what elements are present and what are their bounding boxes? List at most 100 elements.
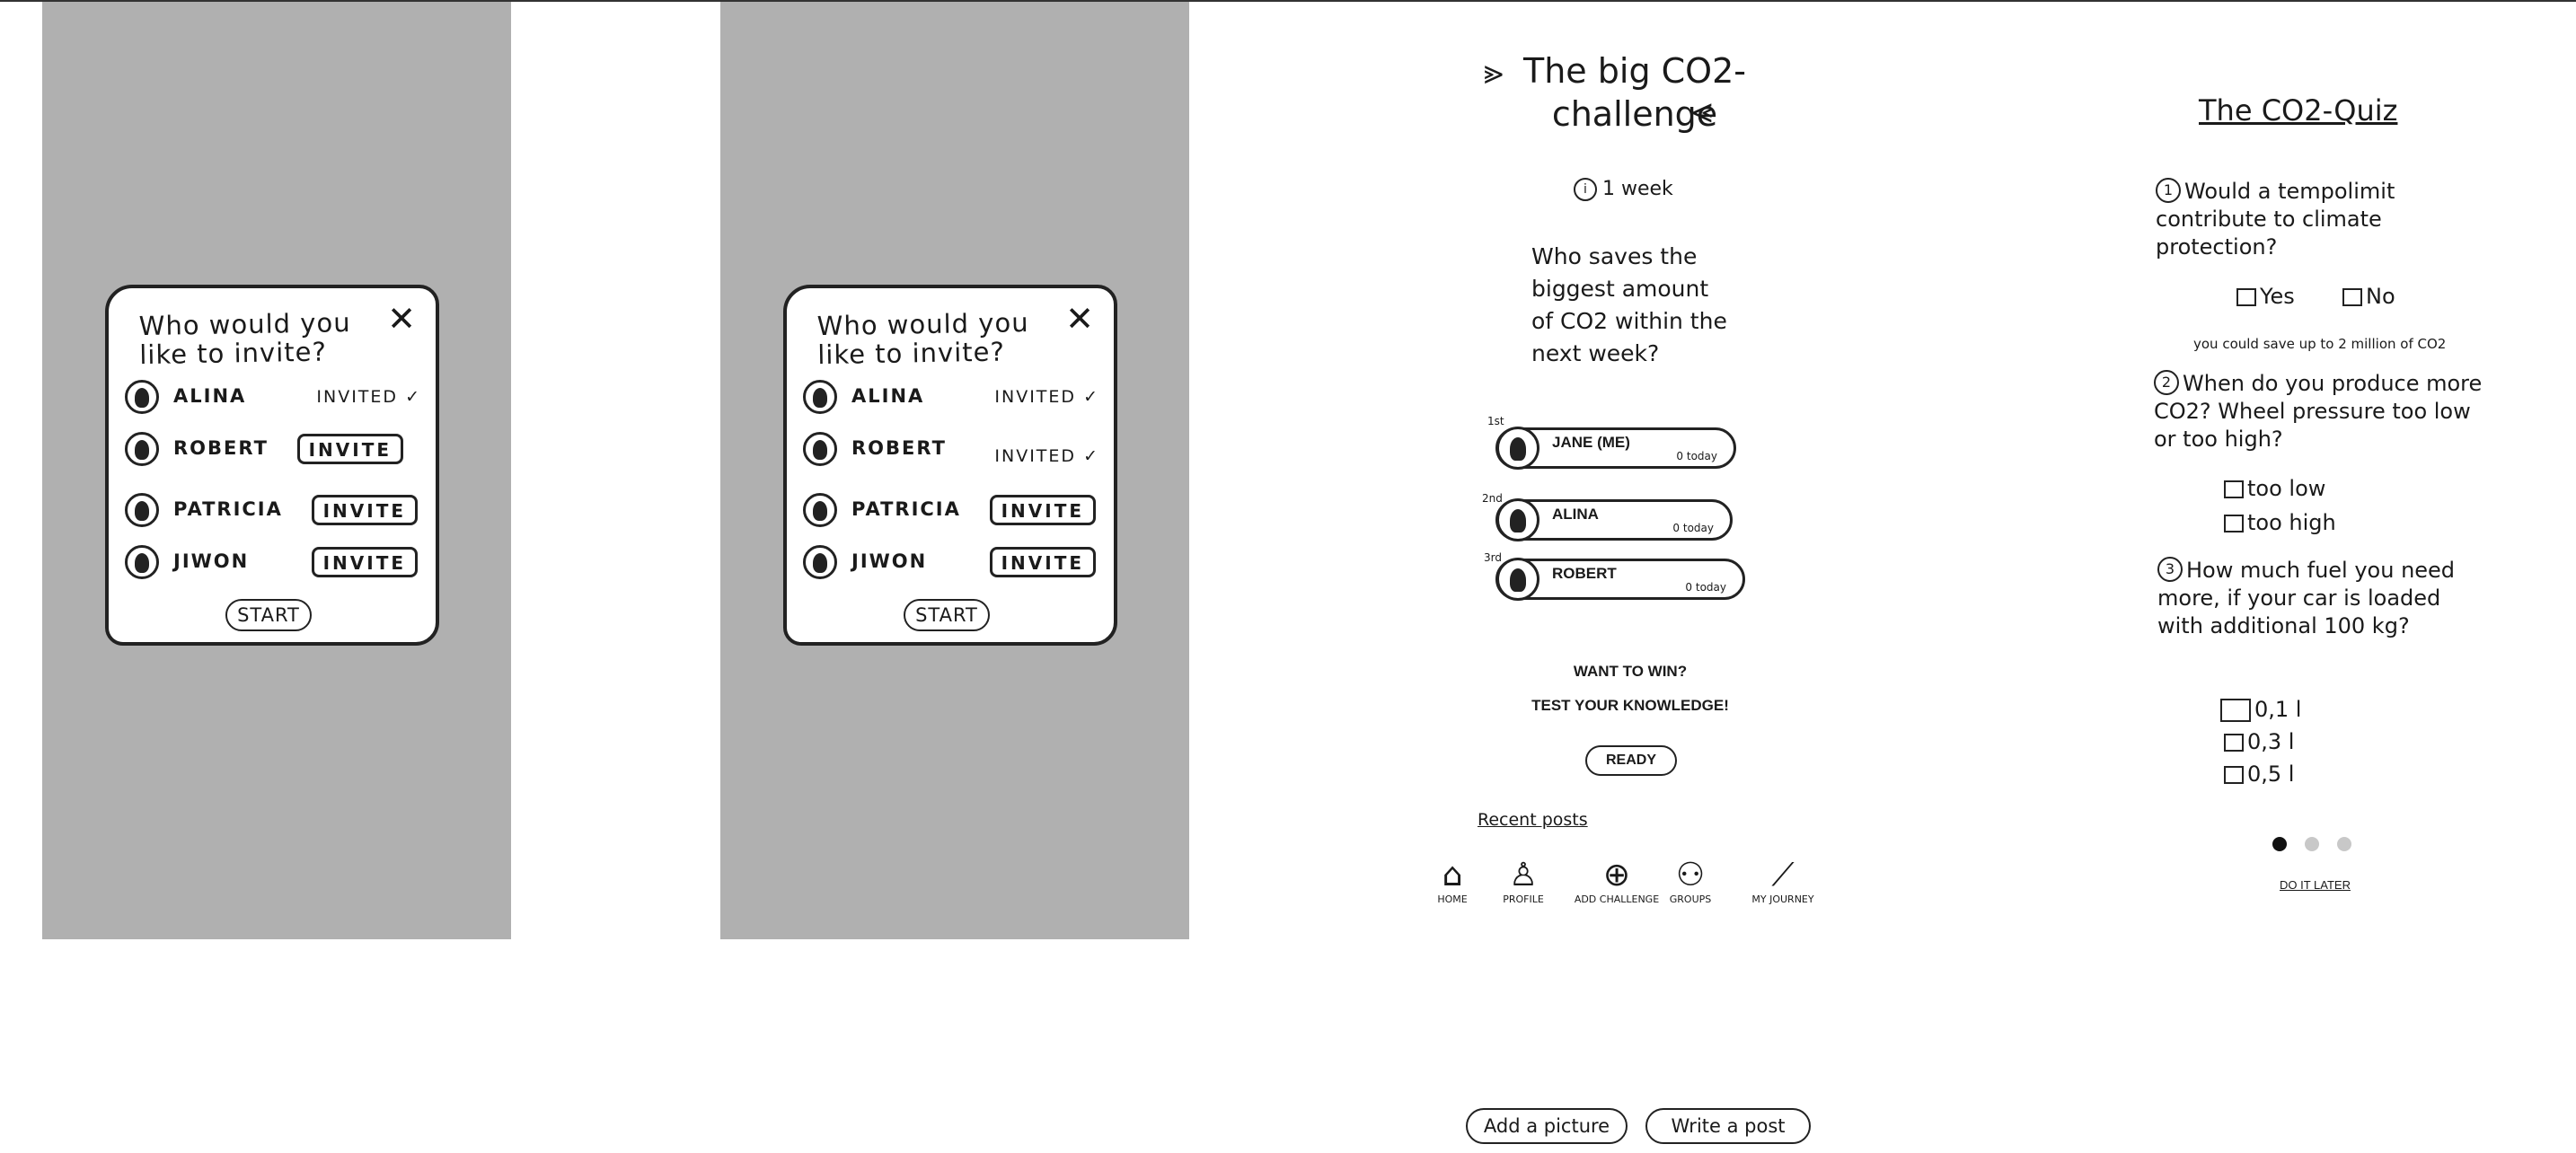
leaderboard-entry[interactable]: ROBERT 0 today	[1495, 558, 1745, 601]
arrow-right-icon: ⪡	[1692, 90, 1713, 131]
pager-dot[interactable]	[2337, 837, 2351, 851]
nav-profile[interactable]: ♙ PROFILE	[1495, 857, 1552, 906]
question-text: When do you produce more CO2? Wheel pres…	[2154, 371, 2483, 452]
invite-button[interactable]: INVITE	[989, 495, 1096, 525]
leaderboard-name: JANE (ME)	[1552, 434, 1630, 451]
quiz-question-3: 3 How much fuel you need more, if your ca…	[2157, 557, 2481, 640]
question-number: 2	[2154, 370, 2179, 395]
avatar	[125, 493, 159, 527]
dialog-title: Who would you like to invite?	[138, 307, 351, 371]
nav-label: GROUPS	[1669, 893, 1712, 905]
checkbox[interactable]	[2236, 288, 2256, 306]
leaderboard-score: 0 today	[1685, 581, 1726, 594]
quiz-note: you could save up to 2 million of CO2	[2193, 336, 2447, 352]
close-icon[interactable]: ✕	[1065, 301, 1094, 337]
dialog-title: Who would you like to invite?	[816, 307, 1029, 371]
rank-label: 2nd	[1482, 492, 1503, 505]
nav-add-challenge[interactable]: ⊕ ADD CHALLENGE	[1572, 857, 1662, 906]
pager-dot[interactable]	[2305, 837, 2319, 851]
checkbox[interactable]	[2224, 515, 2244, 532]
friend-row-alina: ALINA INVITED ✓	[125, 380, 427, 421]
groups-icon: ⚇	[1675, 857, 1706, 893]
nav-groups[interactable]: ⚇ GROUPS	[1663, 857, 1717, 906]
nav-label: ADD CHALLENGE	[1574, 893, 1660, 905]
home-icon: ⌂	[1442, 857, 1463, 893]
journey-icon: ⟋	[1771, 857, 1795, 893]
add-picture-button[interactable]: Add a picture	[1466, 1108, 1628, 1144]
friend-name: ROBERT	[173, 437, 269, 459]
screen-invite-2: Who would you like to invite? ✕ ALINA IN…	[720, 2, 1189, 939]
option-no[interactable]: No	[2342, 284, 2395, 309]
write-post-button[interactable]: Write a post	[1645, 1108, 1811, 1144]
friend-name: JIWON	[851, 550, 928, 572]
close-icon[interactable]: ✕	[387, 301, 416, 337]
want-to-win-text: WANT TO WIN?	[1573, 663, 1688, 680]
profile-icon: ♙	[1508, 857, 1539, 893]
nav-my-journey[interactable]: ⟋ MY JOURNEY	[1741, 857, 1825, 906]
avatar	[803, 432, 837, 466]
question-number: 1	[2156, 178, 2181, 203]
test-knowledge-text: TEST YOUR KNOWLEDGE!	[1531, 697, 1729, 714]
start-button[interactable]: START	[225, 599, 312, 631]
rank-label: 1st	[1487, 415, 1504, 427]
friend-row-alina: ALINA INVITED ✓	[803, 380, 1105, 421]
avatar	[803, 493, 837, 527]
avatar	[1496, 558, 1539, 601]
avatar	[803, 380, 837, 414]
checkbox[interactable]	[2224, 766, 2244, 784]
friend-name: PATRICIA	[851, 498, 961, 520]
nav-label: HOME	[1437, 893, 1468, 905]
friend-row-patricia: PATRICIA INVITE	[125, 493, 427, 534]
invited-status: INVITED ✓	[994, 446, 1099, 466]
checkbox[interactable]	[2220, 699, 2251, 722]
friend-name: ALINA	[173, 385, 247, 407]
pager-dot-active[interactable]	[2272, 837, 2287, 851]
recent-posts-link[interactable]: Recent posts	[1478, 810, 1588, 830]
leaderboard-entry[interactable]: ALINA 0 today	[1495, 498, 1733, 541]
start-button[interactable]: START	[904, 599, 990, 631]
option-yes[interactable]: Yes	[2236, 284, 2295, 309]
do-it-later-link[interactable]: DO IT LATER	[2280, 878, 2351, 892]
option-label: No	[2366, 284, 2395, 309]
avatar	[1496, 498, 1539, 541]
friend-row-robert: ROBERT INVITE	[125, 432, 427, 473]
avatar	[803, 545, 837, 579]
friend-name: ALINA	[851, 385, 925, 407]
leaderboard-name: ALINA	[1552, 506, 1599, 523]
invite-button[interactable]: INVITE	[311, 495, 418, 525]
clock-icon: i	[1574, 178, 1597, 201]
option-0-3-l[interactable]: 0,3 l	[2224, 729, 2294, 754]
leaderboard-score: 0 today	[1672, 522, 1714, 534]
checkbox[interactable]	[2224, 734, 2244, 752]
option-0-1-l[interactable]: 0,1 l	[2220, 697, 2301, 722]
quiz-question-2: 2 When do you produce more CO2? Wheel pre…	[2154, 370, 2486, 453]
friend-row-patricia: PATRICIA INVITE	[803, 493, 1105, 534]
option-label: too low	[2247, 476, 2326, 501]
invite-button[interactable]: INVITE	[296, 434, 403, 464]
question-text: How much fuel you need more, if your car…	[2157, 558, 2456, 638]
friend-row-jiwon: JIWON INVITE	[125, 545, 427, 586]
quiz-title: The CO2-Quiz	[2199, 93, 2398, 128]
add-icon: ⊕	[1602, 857, 1631, 893]
avatar	[1496, 427, 1539, 470]
duration-text: 1 week	[1602, 178, 1673, 200]
option-too-high[interactable]: too high	[2224, 510, 2336, 535]
checkbox[interactable]	[2224, 480, 2244, 498]
arrow-left-icon: ⪢	[1484, 52, 1504, 92]
screen-invite-1: Who would you like to invite? ✕ ALINA IN…	[42, 2, 511, 939]
checkbox[interactable]	[2342, 288, 2362, 306]
nav-home[interactable]: ⌂ HOME	[1430, 857, 1475, 906]
leaderboard-entry[interactable]: JANE (ME) 0 today	[1495, 427, 1736, 470]
rank-label: 3rd	[1484, 551, 1502, 564]
friend-row-jiwon: JIWON INVITE	[803, 545, 1105, 586]
invite-button[interactable]: INVITE	[311, 547, 418, 577]
challenge-question: Who saves the biggest amount of CO2 with…	[1531, 243, 1727, 366]
invite-button[interactable]: INVITE	[989, 547, 1096, 577]
invite-dialog: Who would you like to invite? ✕ ALINA IN…	[783, 285, 1117, 646]
friend-name: ROBERT	[851, 437, 947, 459]
option-0-5-l[interactable]: 0,5 l	[2224, 761, 2294, 787]
avatar	[125, 380, 159, 414]
option-too-low[interactable]: too low	[2224, 476, 2325, 501]
ready-button[interactable]: READY	[1585, 745, 1677, 776]
invite-dialog: Who would you like to invite? ✕ ALINA IN…	[105, 285, 439, 646]
